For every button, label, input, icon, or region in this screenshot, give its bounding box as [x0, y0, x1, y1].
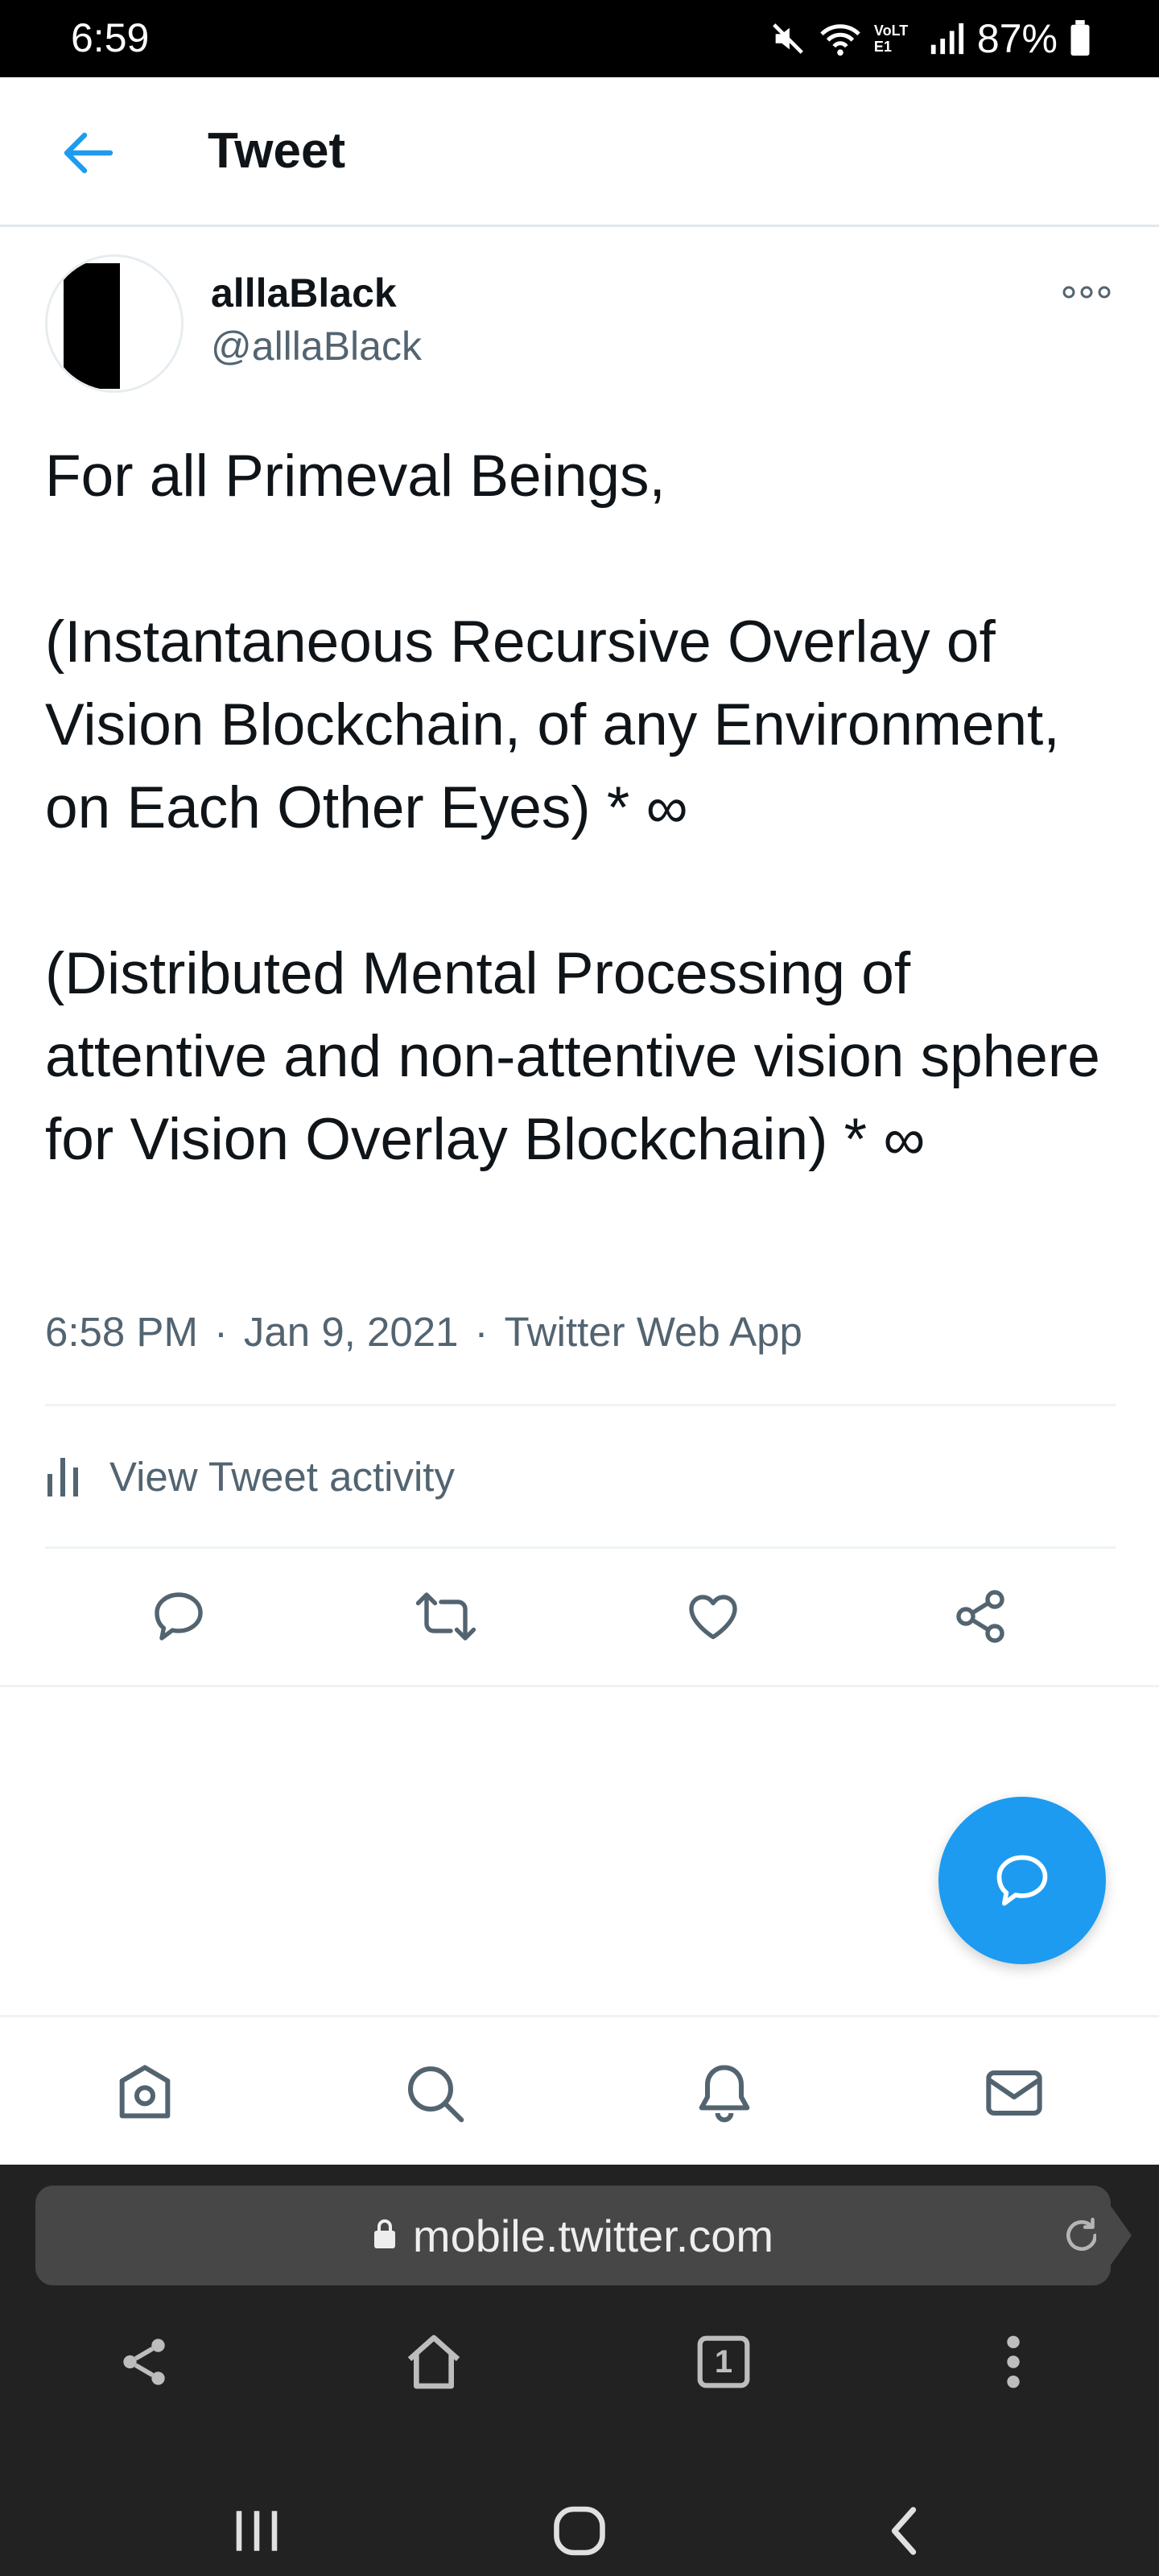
system-back-button[interactable]: [860, 2487, 948, 2575]
url-text: mobile.twitter.com: [412, 2210, 774, 2261]
display-name[interactable]: alllaBlack: [211, 269, 397, 317]
avatar[interactable]: [45, 254, 184, 393]
tab-messages[interactable]: [974, 2053, 1054, 2133]
arrow-left-icon: [64, 132, 113, 174]
home-circle-icon: [554, 2506, 605, 2556]
battery-icon: [1069, 20, 1091, 57]
tweet-meta: 6:58 PM · Jan 9, 2021 · Twitter Web App: [45, 1304, 802, 1360]
address-bar[interactable]: mobile.twitter.com: [35, 2186, 1111, 2285]
recent-apps-button[interactable]: [212, 2487, 301, 2575]
tab-count: 1: [714, 2343, 733, 2380]
home-icon: [407, 2334, 460, 2389]
bottom-tab-bar: [0, 2015, 1159, 2165]
tab-notifications[interactable]: [684, 2053, 765, 2133]
signal-icon: [927, 20, 966, 57]
meta-separator: ·: [213, 1309, 228, 1355]
mute-icon: [769, 20, 806, 57]
retweet-icon: [415, 1592, 476, 1641]
messages-icon: [986, 2070, 1042, 2116]
view-tweet-activity-button[interactable]: View Tweet activity: [45, 1406, 1116, 1546]
retweet-button[interactable]: [406, 1576, 486, 1657]
chevron-left-icon: [891, 2507, 917, 2555]
share-icon: [956, 1590, 1004, 1643]
battery-percent: 87%: [976, 16, 1058, 61]
tweet-date[interactable]: Jan 9, 2021: [244, 1304, 459, 1360]
browser-share-button[interactable]: [100, 2318, 188, 2406]
reply-plus-icon: [996, 1855, 1048, 1906]
more-vertical-icon: [1007, 2335, 1020, 2388]
volte-label: VoLTE1: [873, 23, 909, 55]
system-home-button[interactable]: [535, 2487, 624, 2575]
status-icons: VoLTE1 87%: [769, 16, 1091, 61]
wifi-icon: [818, 20, 863, 57]
browser-home-button[interactable]: [390, 2318, 478, 2406]
status-bar: 6:59 VoLTE1 87%: [0, 0, 1159, 77]
recents-icon: [236, 2511, 278, 2551]
meta-separator: ·: [474, 1309, 489, 1355]
page-title: Tweet: [208, 123, 346, 179]
top-header: Tweet: [0, 77, 1159, 227]
compose-reply-button[interactable]: [938, 1797, 1106, 1964]
reply-icon: [155, 1592, 203, 1641]
browser-menu-button[interactable]: [969, 2318, 1058, 2406]
tab-search[interactable]: [394, 2053, 475, 2133]
search-icon: [408, 2066, 464, 2123]
back-button[interactable]: [52, 121, 124, 185]
tweet-source[interactable]: Twitter Web App: [504, 1304, 802, 1360]
tweet-detail: alllaBlack @alllaBlack For all Primeval …: [0, 227, 1159, 1687]
activity-label: View Tweet activity: [109, 1453, 455, 1500]
like-button[interactable]: [673, 1576, 753, 1657]
notifications-icon: [699, 2065, 750, 2123]
tab-home[interactable]: [105, 2053, 185, 2133]
more-dots-icon: [1062, 286, 1111, 299]
tweet-text: For all Primeval Beings, (Instantaneous …: [45, 444, 1100, 1172]
like-icon: [689, 1595, 737, 1640]
share-button[interactable]: [940, 1576, 1021, 1657]
more-options-button[interactable]: [1054, 272, 1119, 312]
share-icon: [123, 2339, 165, 2385]
tweet-time[interactable]: 6:58 PM: [45, 1304, 198, 1360]
status-time: 6:59: [71, 15, 150, 60]
browser-toolbar: mobile.twitter.com 1: [0, 2165, 1159, 2576]
browser-tabs-button[interactable]: 1: [679, 2318, 768, 2406]
tweet-actions: [45, 1549, 1116, 1684]
home-icon: [119, 2065, 171, 2119]
user-handle[interactable]: @alllaBlack: [211, 322, 422, 370]
address-bar-tail: [1096, 2186, 1132, 2285]
url-content: mobile.twitter.com: [35, 2186, 1111, 2285]
reply-button[interactable]: [138, 1576, 219, 1657]
bar-chart-icon: [45, 1455, 93, 1498]
lock-icon: [373, 2218, 397, 2254]
